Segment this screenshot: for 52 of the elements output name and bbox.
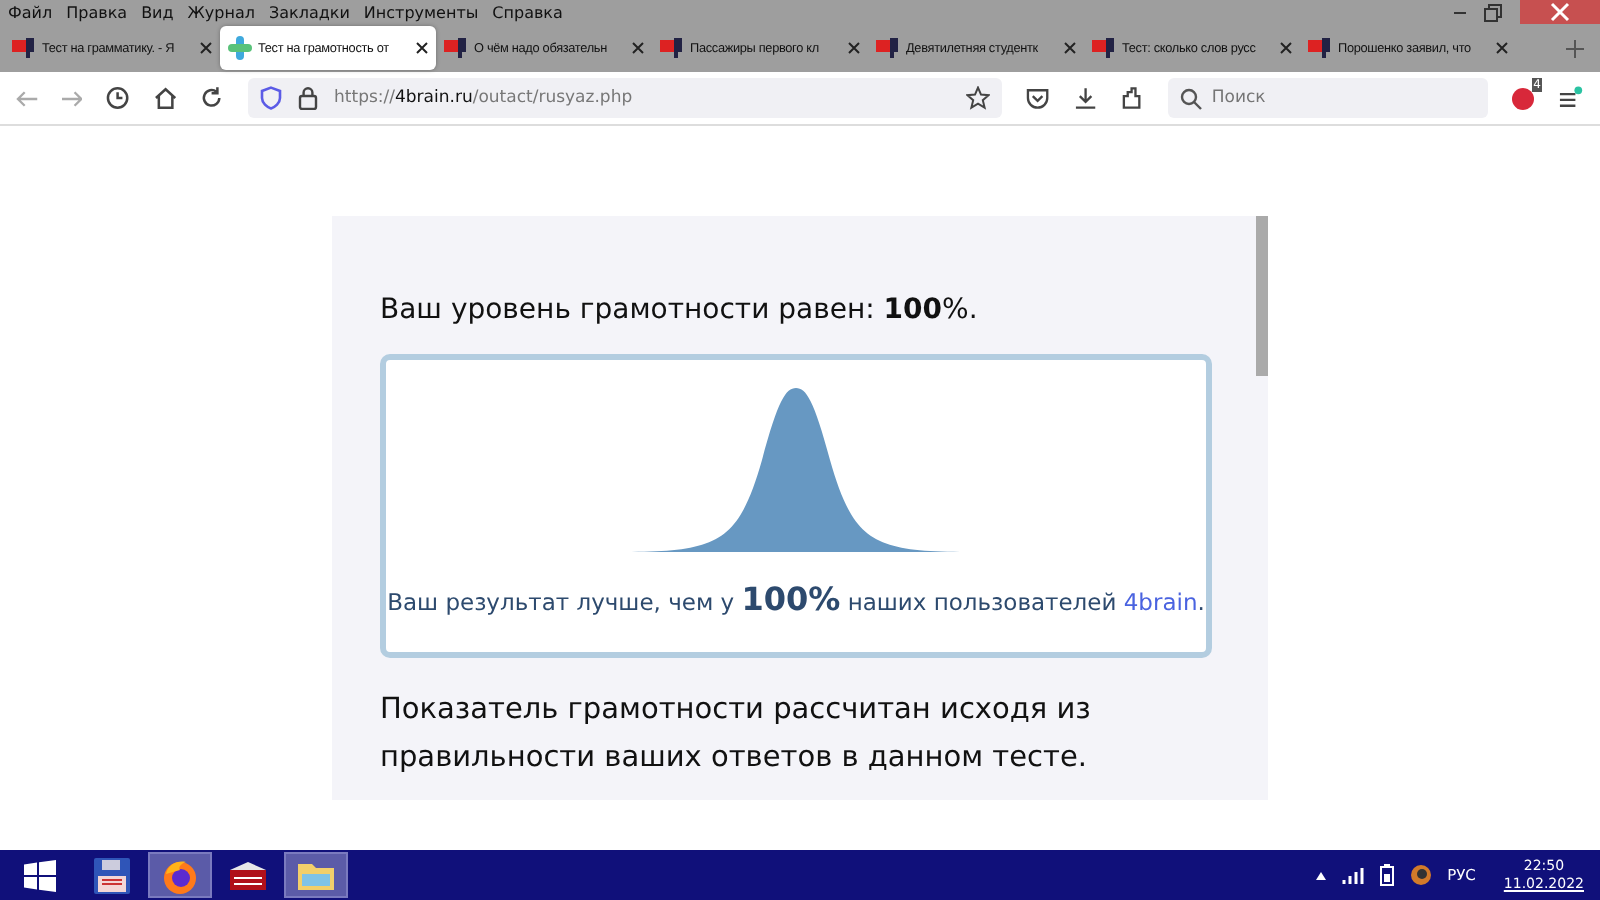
menu-item[interactable]: Справка [492, 3, 563, 21]
menu-item[interactable]: Файл [8, 3, 53, 21]
pocket-icon[interactable] [1026, 86, 1050, 110]
new-tab-icon[interactable] [1566, 39, 1584, 57]
close-tab-icon[interactable] [632, 42, 644, 54]
close-icon[interactable] [1520, 0, 1600, 24]
flag-icon [444, 36, 468, 60]
extensions-icon[interactable] [1120, 86, 1144, 110]
extension-icon[interactable] [1511, 88, 1534, 110]
close-tab-icon[interactable] [200, 42, 212, 54]
result-heading: Ваш уровень грамотности равен: 100%. [380, 294, 980, 326]
flag-icon [12, 36, 36, 60]
flag-icon [876, 36, 900, 60]
menu-item[interactable]: Закладки [268, 3, 350, 21]
url-text: https://4brain.ru/outact/rusyaz.php [334, 88, 633, 108]
flag-icon [1092, 36, 1116, 60]
address-field[interactable]: https://4brain.ru/outact/rusyaz.php [248, 78, 1003, 118]
home-icon[interactable] [153, 86, 177, 110]
windows-logo-icon[interactable] [24, 859, 56, 891]
close-tab-icon[interactable] [1496, 42, 1508, 54]
close-tab-icon[interactable] [416, 42, 428, 54]
search-icon [1179, 87, 1202, 109]
signal-icon[interactable] [1341, 866, 1364, 884]
books-icon [228, 859, 268, 891]
battery-icon[interactable] [1379, 864, 1394, 886]
close-tab-icon[interactable] [1064, 42, 1076, 54]
shield-icon [260, 86, 283, 110]
close-tab-icon[interactable] [848, 42, 860, 54]
folder-icon [296, 859, 336, 891]
minimize-icon[interactable] [1454, 11, 1466, 13]
firefox-icon [162, 857, 198, 893]
result-sentence: Ваш результат лучше, чем у 100% наших пользователей 4brain. [387, 580, 1205, 618]
menu-item[interactable]: Вид [141, 3, 174, 21]
search-field[interactable]: Поиск [1167, 78, 1488, 118]
download-icon[interactable] [1073, 86, 1097, 110]
menu-icon[interactable] [1558, 86, 1585, 110]
restore-icon[interactable] [1484, 3, 1502, 21]
flag-icon [1308, 36, 1332, 60]
menu-item[interactable]: Журнал [187, 3, 255, 21]
menu-item[interactable]: Правка [66, 3, 128, 21]
plus-logo-icon [228, 36, 252, 60]
reload-icon[interactable] [200, 86, 225, 110]
site-link[interactable]: 4brain [1123, 588, 1198, 616]
speaker-icon[interactable] [1409, 864, 1432, 886]
flag-icon [660, 36, 684, 60]
menu-item[interactable]: Инструменты [363, 3, 479, 21]
show-hidden-icon[interactable] [1315, 871, 1326, 879]
lock-icon [298, 86, 319, 110]
star-icon[interactable] [966, 86, 991, 110]
explanation-text: Показатель грамотности рассчитан исходя из правильности ваших ответов в данном тесте. [380, 692, 1093, 778]
history-icon[interactable] [106, 86, 130, 110]
close-tab-icon[interactable] [1280, 42, 1292, 54]
